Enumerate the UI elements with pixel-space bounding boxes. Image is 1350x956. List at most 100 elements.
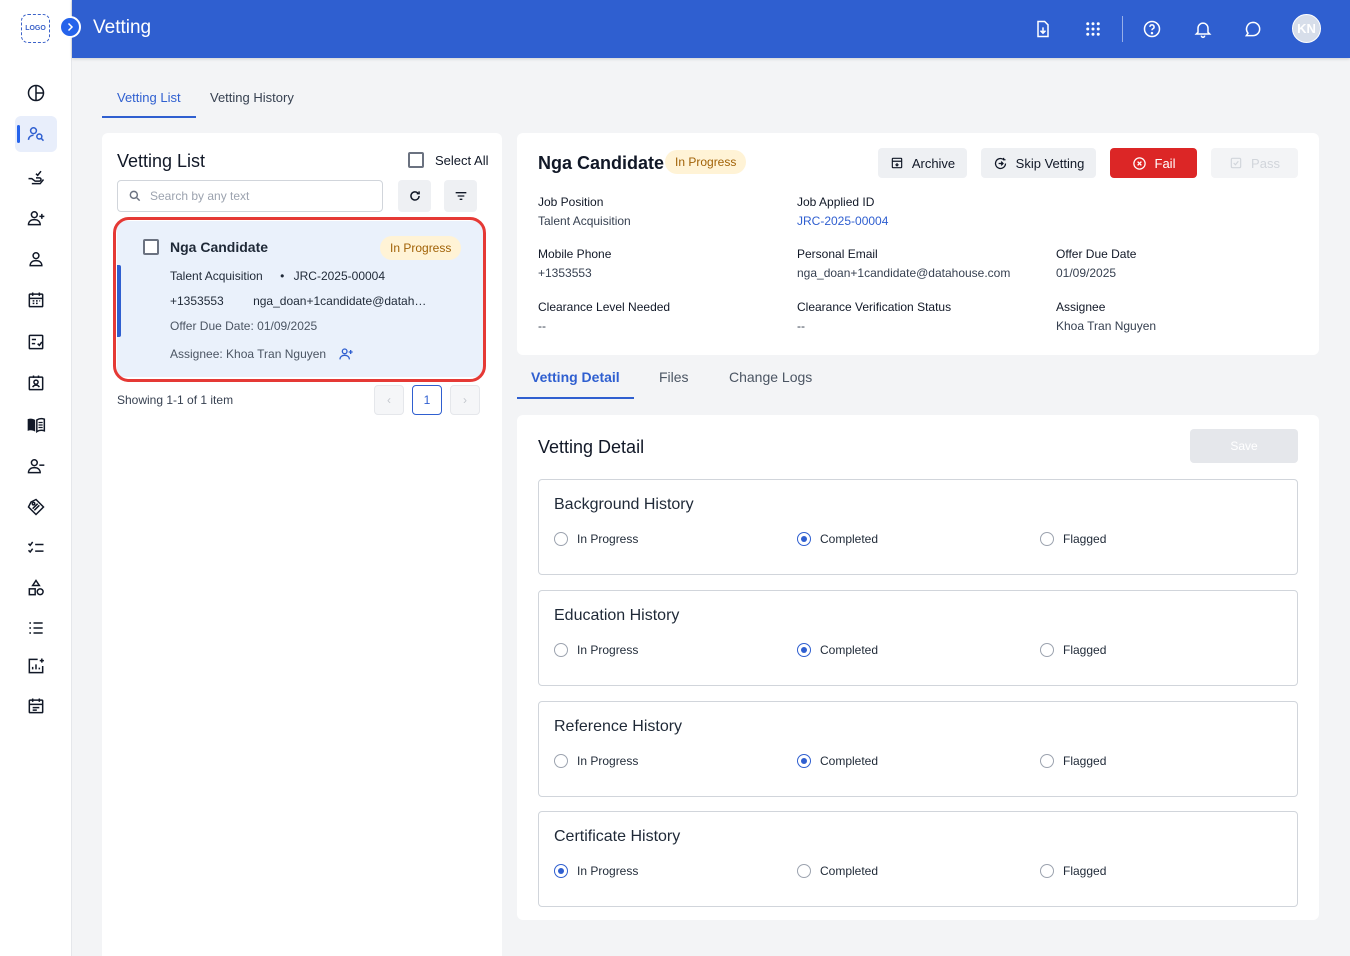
person-icon — [29, 252, 43, 267]
radio-button[interactable] — [1040, 754, 1054, 768]
nav-handbook[interactable] — [15, 407, 57, 443]
radio-button[interactable] — [554, 532, 568, 546]
active-tab-indicator — [102, 116, 196, 118]
radio-option-in-progress[interactable]: In Progress — [554, 532, 638, 546]
nav-checklist-doc[interactable] — [15, 324, 57, 360]
radio-option-flagged[interactable]: Flagged — [1040, 532, 1106, 546]
archive-button[interactable]: Archive — [878, 148, 967, 178]
top-header: Vetting KN — [72, 0, 1350, 58]
nav-add-user[interactable] — [15, 200, 57, 236]
nav-id-card[interactable] — [15, 365, 57, 401]
report-icon — [28, 658, 44, 674]
tab-vetting-detail[interactable]: Vetting Detail — [531, 369, 620, 385]
search-field[interactable] — [117, 180, 383, 212]
id-card-icon — [28, 375, 44, 391]
candidate-card[interactable]: Nga Candidate In Progress Talent Acquisi… — [117, 221, 483, 377]
radio-option-flagged[interactable]: Flagged — [1040, 754, 1106, 768]
check-square-icon — [1230, 157, 1242, 169]
card-position-line: Talent Acquisition • JRC-2025-00004 — [170, 269, 385, 283]
download-doc-icon — [1037, 20, 1049, 38]
schedule-icon — [28, 698, 44, 714]
pass-button[interactable]: Pass — [1211, 148, 1298, 178]
chat-button[interactable] — [1241, 17, 1265, 41]
radio-button[interactable] — [554, 754, 568, 768]
nav-shapes[interactable] — [15, 570, 57, 606]
section-title: Background History — [554, 496, 694, 513]
notifications-button[interactable] — [1191, 17, 1215, 41]
nav-remove-user[interactable] — [15, 448, 57, 484]
radio-option-completed[interactable]: Completed — [797, 643, 878, 657]
section-title: Reference History — [554, 718, 683, 735]
nav-dashboard[interactable] — [15, 75, 57, 111]
skip-vetting-button[interactable]: Skip Vetting — [981, 148, 1096, 178]
page-1-button[interactable]: 1 — [412, 385, 442, 415]
radio-button[interactable] — [797, 864, 811, 878]
tab-files[interactable]: Files — [659, 369, 689, 385]
save-button[interactable]: Save — [1190, 429, 1298, 463]
list-icon — [29, 622, 43, 634]
nav-vetting[interactable] — [15, 116, 57, 152]
personal-email-value: nga_doan+1candidate@datahouse.com — [797, 266, 1011, 280]
next-page-button[interactable]: › — [450, 385, 480, 415]
radio-button[interactable] — [797, 754, 811, 768]
nav-list[interactable] — [15, 610, 57, 646]
form-title: Vetting Detail — [538, 437, 645, 457]
nav-tag[interactable] — [15, 489, 57, 525]
radio-label: In Progress — [577, 864, 639, 878]
radio-button[interactable] — [1040, 643, 1054, 657]
radio-option-flagged[interactable]: Flagged — [1040, 643, 1106, 657]
radio-button[interactable] — [797, 643, 811, 657]
nav-calendar[interactable] — [15, 282, 57, 318]
personal-email-label: Personal Email — [797, 247, 878, 261]
nav-task-list[interactable] — [15, 529, 57, 565]
filter-button[interactable] — [444, 180, 477, 212]
nav-schedule[interactable] — [15, 688, 57, 724]
fail-button[interactable]: Fail — [1110, 148, 1197, 178]
tab-vetting-list[interactable]: Vetting List — [117, 90, 181, 105]
nav-person[interactable] — [15, 241, 57, 277]
radio-button[interactable] — [554, 643, 568, 657]
tab-change-logs[interactable]: Change Logs — [729, 369, 812, 385]
radio-button[interactable] — [1040, 532, 1054, 546]
radio-label: Flagged — [1063, 643, 1107, 657]
search-input[interactable] — [150, 189, 370, 203]
job-applied-id-link[interactable]: JRC-2025-00004 — [797, 214, 888, 228]
radio-option-in-progress[interactable]: In Progress — [554, 864, 638, 878]
radio-option-in-progress[interactable]: In Progress — [554, 643, 638, 657]
radio-button[interactable] — [797, 532, 811, 546]
card-checkbox[interactable] — [143, 239, 159, 255]
tab-vetting-history[interactable]: Vetting History — [210, 90, 294, 105]
nav-onboarding[interactable] — [15, 159, 57, 195]
assign-user-icon[interactable] — [338, 346, 354, 362]
help-button[interactable] — [1140, 17, 1164, 41]
nav-report[interactable] — [15, 648, 57, 684]
apps-grid-button[interactable] — [1081, 17, 1105, 41]
radio-option-completed[interactable]: Completed — [797, 864, 878, 878]
app-logo[interactable]: LOGO — [21, 14, 50, 43]
rail-toggle-button[interactable] — [59, 16, 81, 38]
pagination-summary: Showing 1-1 of 1 item — [117, 393, 234, 407]
radio-option-completed[interactable]: Completed — [797, 532, 878, 546]
onboarding-icon — [28, 170, 45, 185]
select-all-checkbox[interactable]: Select All — [408, 152, 488, 168]
download-doc-button[interactable] — [1031, 17, 1055, 41]
radio-option-completed[interactable]: Completed — [797, 754, 878, 768]
left-nav-rail: LOGO — [0, 0, 72, 956]
radio-option-flagged[interactable]: Flagged — [1040, 864, 1106, 878]
prev-page-button[interactable]: ‹ — [374, 385, 404, 415]
card-job-id: JRC-2025-00004 — [293, 269, 386, 283]
user-avatar[interactable]: KN — [1292, 14, 1321, 43]
radio-label: Completed — [820, 864, 879, 878]
card-email: nga_doan+1candidate@datah… — [253, 294, 427, 308]
section-background-history: Background History In Progress Completed Fl… — [538, 479, 1298, 575]
checkbox-box[interactable] — [408, 152, 424, 168]
radio-button[interactable] — [554, 864, 568, 878]
radio-button[interactable] — [1040, 864, 1054, 878]
section-education-history: Education History In Progress Completed Fla… — [538, 590, 1298, 686]
radio-option-in-progress[interactable]: In Progress — [554, 754, 638, 768]
radio-label: Flagged — [1063, 864, 1107, 878]
offer-due-value: 01/09/2025 — [1056, 266, 1117, 280]
calendar-icon — [28, 292, 44, 308]
refresh-button[interactable] — [398, 180, 431, 212]
header-divider — [1122, 16, 1123, 42]
